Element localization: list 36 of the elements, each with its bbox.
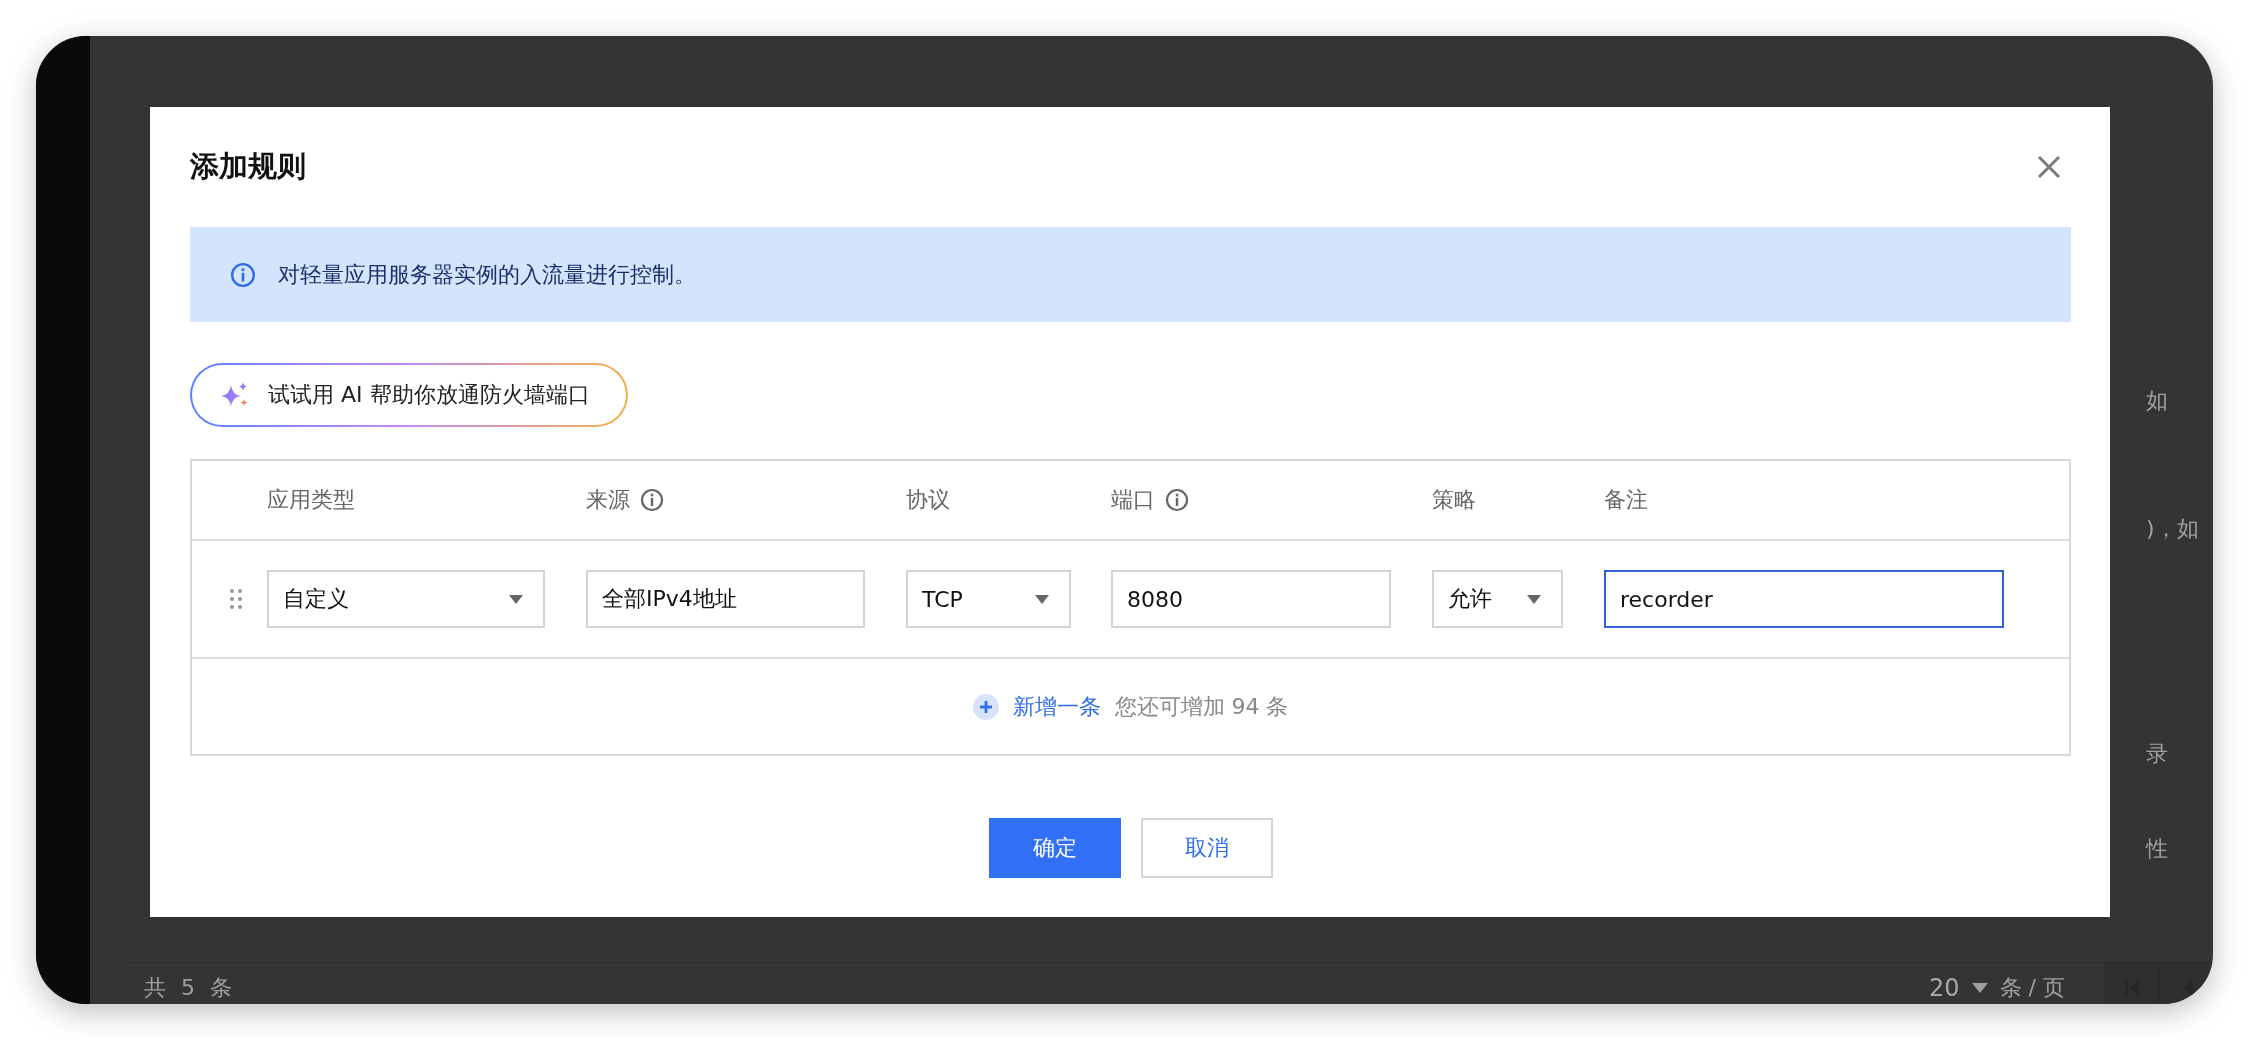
table-cell-text: 录 xyxy=(2146,740,2169,768)
column-header: 来源 xyxy=(586,486,630,514)
caret-icon xyxy=(1035,594,1049,604)
total-count: 共 5 条 xyxy=(144,974,236,1002)
dialog-title: 添加规则 xyxy=(190,148,306,185)
page-size-select[interactable]: 20 xyxy=(1929,974,1960,1002)
input-field[interactable]: 8080 xyxy=(1111,570,1391,628)
drag-handle-icon[interactable] xyxy=(230,588,242,610)
confirm-button[interactable]: 确定 xyxy=(988,818,1121,878)
add-row-link[interactable]: 新增一条 xyxy=(972,691,1101,722)
info-icon xyxy=(1165,488,1189,512)
column-header: 协议 xyxy=(906,486,950,514)
select-field[interactable]: TCP xyxy=(906,570,1071,628)
table-cell-text: 性 xyxy=(2146,835,2169,863)
cancel-button[interactable]: 取消 xyxy=(1140,818,1273,878)
remaining-count: 您还可增加 94 条 xyxy=(1114,692,1289,721)
input-field[interactable]: 全部IPv4地址 xyxy=(586,570,865,628)
table-cell-text: )，如 xyxy=(2146,515,2200,543)
info-icon xyxy=(640,488,664,512)
column-header: 策略 xyxy=(1432,486,1476,514)
select-field[interactable]: 允许 xyxy=(1432,570,1563,628)
column-header: 端口 xyxy=(1111,486,1155,514)
select-field[interactable]: 自定义 xyxy=(267,570,545,628)
column-header: 备注 xyxy=(1604,486,1648,514)
page-size-unit: 条 / 页 xyxy=(1999,974,2065,1002)
input-field[interactable]: recorder xyxy=(1604,570,2004,628)
close-icon[interactable] xyxy=(2037,155,2061,179)
plus-icon xyxy=(972,693,999,720)
column-header: 应用类型 xyxy=(267,486,355,514)
caret-icon xyxy=(1971,983,1988,993)
caret-icon xyxy=(1527,594,1541,604)
info-icon xyxy=(230,261,256,288)
table-cell-text: 如 xyxy=(2146,387,2169,415)
caret-icon xyxy=(509,594,523,604)
notice-text: 对轻量应用服务器实例的入流量进行控制。 xyxy=(278,260,696,289)
ai-assist-button[interactable]: 试试用 AI 帮助你放通防火墙端口 xyxy=(192,365,626,425)
